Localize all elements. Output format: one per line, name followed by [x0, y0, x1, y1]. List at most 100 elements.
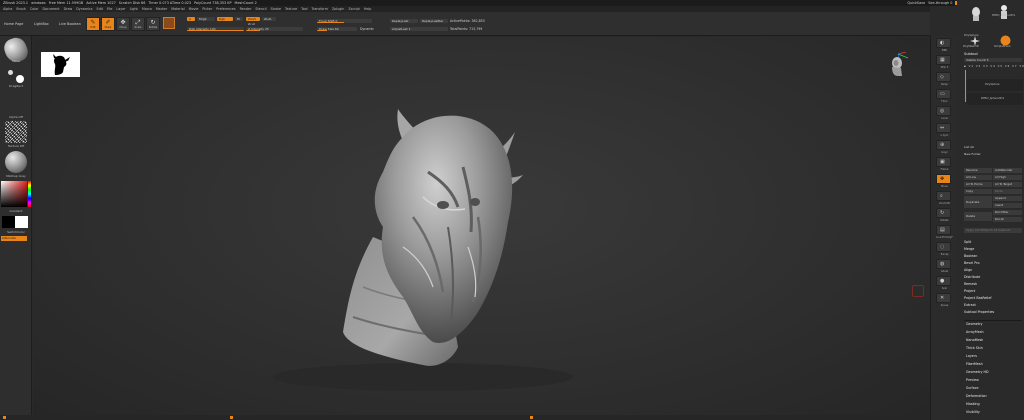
merge-menu[interactable]: Merge: [964, 247, 974, 251]
quicksave-button[interactable]: QuickSave: [907, 1, 925, 5]
switch-color-button[interactable]: SwitchColor: [1, 230, 31, 234]
preview-menu[interactable]: Preview: [966, 378, 979, 382]
insert-button[interactable]: Insert: [993, 203, 1022, 208]
menu-material[interactable]: Material: [171, 7, 184, 11]
menu-brush[interactable]: Brush: [16, 7, 26, 11]
menu-texture[interactable]: Texture: [285, 7, 297, 11]
nanomesh-menu[interactable]: NanoMesh: [966, 338, 983, 342]
edit-button[interactable]: ✎ Edit: [86, 17, 100, 31]
deformation-menu[interactable]: Deformation: [966, 394, 987, 398]
pm3d-thumbnail[interactable]: [997, 4, 1011, 20]
a-toggle[interactable]: A: [187, 17, 195, 21]
shelf-button-persp[interactable]: ◇: [936, 72, 951, 82]
project-menu[interactable]: Project: [964, 289, 975, 293]
rgb-intensity-slider[interactable]: Rgb Intensity 100: [187, 27, 244, 31]
polysphere-thumbnail[interactable]: [969, 6, 983, 22]
menu-color[interactable]: Color: [30, 7, 39, 11]
subtool-scrollbar[interactable]: [965, 70, 966, 102]
all-low-button[interactable]: All Low: [964, 175, 992, 180]
material-swatch[interactable]: [163, 17, 175, 29]
subtool-level-row[interactable]: ▪ V1 V2 V3 V4 V5 V6 V7 V8: [964, 64, 1024, 69]
menu-render[interactable]: Render: [240, 7, 252, 11]
shelf-button-ghost[interactable]: ◍: [936, 259, 951, 269]
subtool-properties-menu[interactable]: Subtool Properties: [964, 310, 994, 314]
shelf-button-zoom3d[interactable]: ⌕: [936, 191, 951, 201]
navigator-thumbnail[interactable]: [41, 52, 80, 77]
focal-shift-slider[interactable]: Focal Shift 0: [317, 19, 372, 23]
geometry-hd-menu[interactable]: Geometry HD: [966, 370, 989, 374]
zsub-toggle[interactable]: Zsub: [262, 17, 276, 21]
zadd-toggle[interactable]: Zadd: [246, 17, 260, 21]
shelf-button-floor[interactable]: ▭: [936, 89, 951, 99]
zcut-toggle[interactable]: Zcut: [246, 22, 260, 26]
dynamic-toggle[interactable]: Dynamic: [360, 27, 374, 31]
boolean-menu[interactable]: Boolean: [964, 254, 977, 258]
menu-document[interactable]: Document: [43, 7, 60, 11]
geometry-menu[interactable]: Geometry: [966, 322, 982, 326]
thick-skin-menu[interactable]: Thick Skin: [966, 346, 983, 350]
menu-layer[interactable]: Layer: [116, 7, 125, 11]
shelf-button-frame[interactable]: ▣: [936, 157, 951, 167]
hue-slider[interactable]: [28, 181, 31, 207]
menu-zscript[interactable]: Zscript: [348, 7, 359, 11]
menu-edit[interactable]: Edit: [96, 7, 102, 11]
shelf-button-l-sym[interactable]: ⇔: [936, 123, 951, 133]
shelf-button-solo[interactable]: ●: [936, 276, 951, 286]
rename-button[interactable]: Rename: [964, 168, 992, 173]
tab-home-page[interactable]: Home Page: [4, 22, 23, 26]
tab-lightbox[interactable]: LightBox: [34, 22, 49, 26]
shelf-button-gxyz[interactable]: ⊕: [936, 140, 951, 150]
menu-movie[interactable]: Movie: [189, 7, 199, 11]
menu-preferences[interactable]: Preferences: [216, 7, 235, 11]
arraymesh-menu[interactable]: ArrayMesh: [966, 330, 984, 334]
append-button[interactable]: Append: [993, 196, 1022, 201]
menu-stencil[interactable]: Stencil: [255, 7, 266, 11]
main-color-swatch[interactable]: [2, 216, 15, 228]
duplicate-button[interactable]: Duplicate: [964, 196, 992, 208]
shelf-button-spix-3[interactable]: ▦: [936, 55, 951, 65]
menu-marker[interactable]: Marker: [156, 7, 167, 11]
split-menu[interactable]: Split: [964, 240, 971, 244]
adjust-last-slider[interactable]: AdjustLast 1: [390, 27, 448, 31]
tab-live-boolean[interactable]: Live Boolean: [59, 22, 81, 26]
align-menu[interactable]: Align: [964, 268, 972, 272]
shelf-button-xpose[interactable]: ✕: [936, 293, 951, 303]
delete-button[interactable]: Delete: [964, 212, 992, 221]
mrgb-toggle[interactable]: Mrgb: [197, 17, 215, 21]
remesh-menu[interactable]: Remesh: [964, 282, 977, 286]
move-button[interactable]: ✥ Move: [116, 17, 130, 31]
extract-menu[interactable]: Extract: [964, 303, 976, 307]
menu-zplugin[interactable]: Zplugin: [332, 7, 344, 11]
rotate-button[interactable]: ↻ Rotate: [146, 17, 160, 31]
replay-last-button[interactable]: ReplayLast: [390, 19, 418, 23]
masking-menu[interactable]: Masking: [966, 402, 980, 406]
all-to-target-button[interactable]: All To Target: [993, 182, 1022, 187]
bevel-pro-menu[interactable]: Bevel Pro: [964, 261, 979, 265]
shelf-button-move[interactable]: ✥: [936, 174, 951, 184]
project-basrelief-menu[interactable]: Project BasRelief: [964, 296, 992, 300]
menu-alpha[interactable]: Alpha: [3, 7, 12, 11]
visible-count-slider[interactable]: Visible Count 5: [964, 58, 1022, 62]
shelf-button-transp[interactable]: ◌: [936, 242, 951, 252]
paste-button[interactable]: Paste: [993, 189, 1022, 194]
z-intensity-slider[interactable]: Z Intensity 25: [246, 27, 303, 31]
navigation-head-icon[interactable]: [886, 52, 910, 82]
surface-menu[interactable]: Surface: [966, 386, 979, 390]
replay-last-rel-button[interactable]: ReplayLastRel: [420, 19, 448, 23]
copy-button[interactable]: Copy: [964, 189, 992, 194]
alternate-button[interactable]: Alternate: [1, 236, 27, 241]
list-all-button[interactable]: List All: [964, 145, 974, 150]
shelf-button-bpr[interactable]: ◐: [936, 38, 951, 48]
menu-light[interactable]: Light: [130, 7, 138, 11]
shelf-button-rotate[interactable]: ↻: [936, 208, 951, 218]
stroke-thumbnail[interactable]: [4, 66, 28, 83]
draw-button[interactable]: ✐ Draw: [101, 17, 115, 31]
draw-size-slider[interactable]: Draw Size 64: [317, 27, 357, 31]
menu-transform[interactable]: Transform: [312, 7, 328, 11]
all-high-button[interactable]: All High: [993, 175, 1022, 180]
see-through-slider[interactable]: See-through 0: [928, 1, 952, 5]
secondary-color-swatch[interactable]: [15, 216, 28, 228]
subtool-item[interactable]: PM3D_Sphere3D1: [967, 93, 1023, 105]
m-toggle[interactable]: M: [235, 17, 243, 21]
menu-macro[interactable]: Macro: [142, 7, 152, 11]
